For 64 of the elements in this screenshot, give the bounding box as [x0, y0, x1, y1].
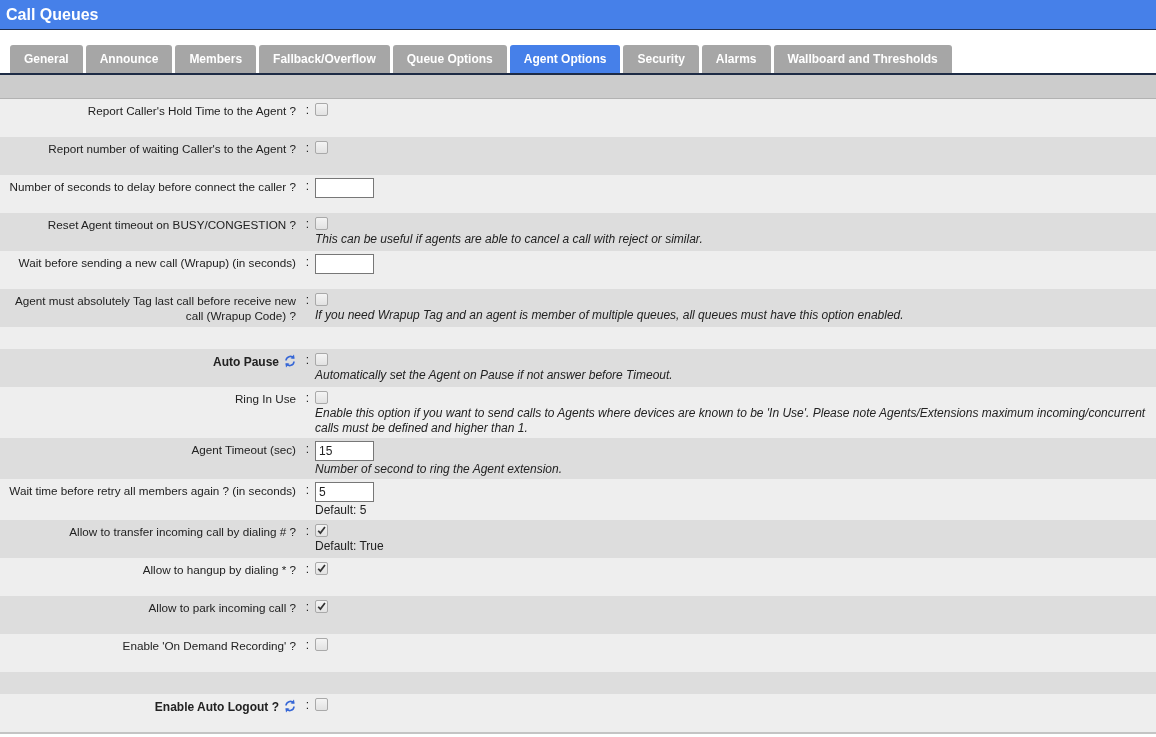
field-label: Report number of waiting Caller's to the Agent ? — [48, 142, 296, 155]
checkbox[interactable] — [315, 391, 328, 404]
text-input[interactable]: 15 — [315, 441, 374, 461]
hint-text: Enable this option if you want to send calls to Agents where devices are known to be 'In Use'. Please note Agents/Extensions maximum incoming/concurrent calls must be defined and higher than 1. — [315, 406, 1147, 436]
text-input[interactable]: 5 — [315, 482, 374, 502]
tab[interactable]: Alarms — [701, 45, 771, 73]
field-label: Allow to hangup by dialing * ? — [142, 563, 296, 576]
label-colon: : — [305, 103, 310, 117]
tab[interactable]: Queue Options — [392, 45, 507, 73]
field-label: Ring In Use — [234, 392, 296, 405]
refresh-icon[interactable] — [284, 353, 296, 369]
hint-text: Number of second to ring the Agent extension. — [315, 462, 563, 477]
label-colon: : — [305, 293, 310, 307]
label-colon: : — [305, 638, 310, 652]
label-colon: : — [305, 353, 310, 367]
field-label: Agent Timeout (sec) — [191, 443, 296, 456]
checkbox[interactable] — [315, 562, 328, 575]
tab[interactable]: Members — [175, 45, 257, 73]
label-colon: : — [305, 600, 310, 614]
label-colon: : — [305, 179, 310, 193]
default-text: Default: 5 — [315, 503, 367, 518]
tab[interactable]: Wallboard and Thresholds — [773, 45, 952, 73]
field-label: Enable Auto Logout ? — [154, 700, 279, 714]
checkbox[interactable] — [315, 638, 328, 651]
field-label: Report Caller's Hold Time to the Agent ? — [87, 104, 296, 117]
field-label: Reset Agent timeout on BUSY/CONGESTION ? — [47, 218, 296, 231]
field-label: Enable 'On Demand Recording' ? — [122, 639, 296, 652]
hint-text: This can be useful if agents are able to cancel a call with reject or similar. — [315, 232, 703, 247]
text-input[interactable] — [315, 178, 374, 198]
tab[interactable]: Fallback/Overflow — [259, 45, 390, 73]
checkbox[interactable] — [315, 293, 328, 306]
label-colon: : — [305, 483, 310, 497]
label-colon: : — [305, 255, 310, 269]
tab[interactable]: Agent Options — [509, 45, 621, 73]
checkbox[interactable] — [315, 698, 328, 711]
page-title: Call Queues — [6, 5, 99, 24]
tab[interactable]: Announce — [85, 45, 173, 73]
label-colon: : — [305, 562, 310, 576]
label-colon: : — [305, 698, 310, 712]
refresh-icon[interactable] — [284, 698, 296, 714]
field-label: Number of seconds to delay before connect the caller ? — [9, 180, 296, 193]
label-colon: : — [305, 217, 310, 231]
field-label: Allow to park incoming call ? — [148, 601, 296, 614]
hint-text: Automatically set the Agent on Pause if not answer before Timeout. — [315, 368, 673, 383]
checkbox[interactable] — [315, 353, 328, 366]
field-label: Wait before sending a new call (Wrapup) (in seconds) — [18, 256, 296, 269]
label-colon: : — [305, 524, 310, 538]
checkbox[interactable] — [315, 141, 328, 154]
tab[interactable]: General — [10, 45, 83, 73]
tab[interactable]: Security — [623, 45, 699, 73]
checkbox[interactable] — [315, 217, 328, 230]
field-label: Agent must absolutely Tag last call before receive new call (Wrapup Code) ? — [14, 294, 296, 322]
field-label: Allow to transfer incoming call by dialing # ? — [69, 525, 296, 538]
label-colon: : — [305, 391, 310, 405]
field-label: Auto Pause — [213, 355, 279, 369]
checkbox[interactable] — [315, 524, 328, 537]
default-text: Default: True — [315, 539, 384, 554]
checkbox[interactable] — [315, 600, 328, 613]
label-colon: : — [305, 141, 310, 155]
label-colon: : — [305, 442, 310, 456]
field-label: Wait time before retry all members again ? (in seconds) — [9, 484, 296, 497]
hint-text: If you need Wrapup Tag and an agent is member of multiple queues, all queues must have this option enabled. — [315, 308, 904, 323]
text-input[interactable] — [315, 254, 374, 274]
checkbox[interactable] — [315, 103, 328, 116]
